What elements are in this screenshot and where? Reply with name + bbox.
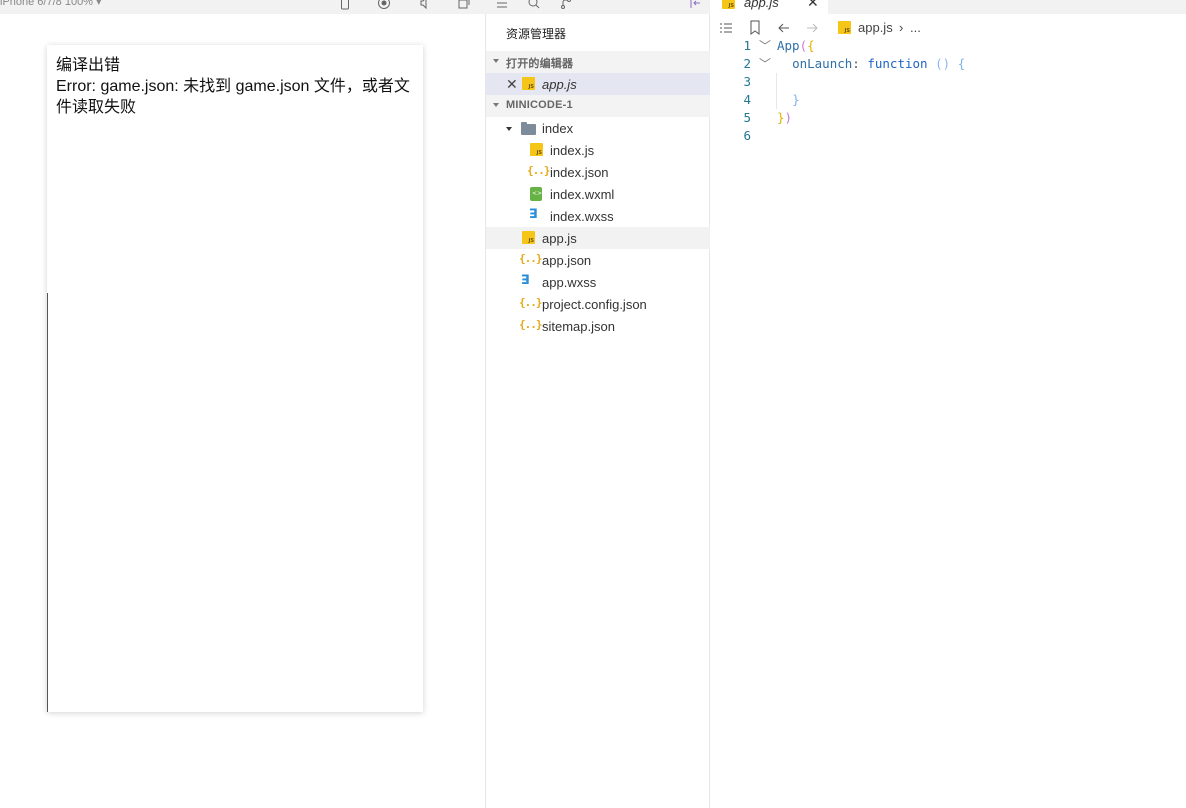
js-file-icon (838, 21, 851, 34)
tree-file-app-js[interactable]: app.js (486, 227, 710, 249)
close-icon[interactable]: ✕ (807, 0, 819, 11)
code-text: onLaunch: function () { (792, 56, 966, 71)
tree-item-label: index (542, 121, 574, 136)
fold-chevron-icon[interactable]: ﹀ (759, 37, 771, 55)
folder-icon (521, 122, 536, 135)
tree-file-app-json[interactable]: {..} app.json (486, 249, 710, 271)
outline-icon[interactable] (719, 21, 733, 35)
code-area[interactable]: 1 ﹀ App({ 2 ﹀ onLaunch: function () { 3 … (710, 37, 1186, 145)
devtools-window: iPhone 6/7/8 100% ▾ 编译出错 Error: game.jso… (0, 0, 1186, 808)
code-line: 4 } (710, 91, 1186, 109)
code-text: }) (777, 110, 793, 125)
js-file-icon (522, 77, 535, 90)
js-file-icon (530, 143, 543, 156)
line-number: 1 (743, 38, 751, 53)
tree-file-index-wxml[interactable]: index.wxml (486, 183, 710, 205)
simulator-pane: iPhone 6/7/8 100% ▾ 编译出错 Error: game.jso… (0, 0, 486, 808)
line-number: 6 (743, 128, 751, 143)
search-icon[interactable] (527, 0, 541, 10)
tree-item-label: index.wxml (550, 187, 615, 202)
new-window-icon[interactable] (457, 0, 471, 10)
project-label: MINICODE-1 (506, 99, 573, 111)
tree-file-project-config-json[interactable]: {..} project.config.json (486, 293, 710, 315)
project-header[interactable]: MINICODE-1 (486, 95, 710, 117)
explorer-pane: 资源管理器 打开的编辑器 ✕ app.js MINICODE-1 index i… (486, 0, 710, 808)
json-file-icon: {..} (519, 296, 542, 309)
code-line: 6 (710, 127, 1186, 145)
tree-item-label: project.config.json (542, 297, 647, 312)
code-line: 3 (710, 73, 1186, 91)
open-editors-label: 打开的编辑器 (506, 58, 574, 70)
list-icon[interactable] (495, 0, 509, 10)
tree-item-label: index.json (550, 165, 609, 180)
js-file-icon (722, 0, 735, 9)
chevron-down-icon (493, 59, 499, 63)
phone-edge-divider (47, 293, 48, 712)
breadcrumb-file[interactable]: app.js (858, 20, 893, 35)
tree-item-label: index.wxss (550, 209, 614, 224)
code-text: App({ (777, 38, 815, 53)
json-file-icon: {..} (519, 318, 542, 331)
open-editors-header[interactable]: 打开的编辑器 (486, 51, 710, 73)
simulator-toolbar: iPhone 6/7/8 100% ▾ (0, 0, 486, 14)
open-editor-item[interactable]: ✕ app.js (486, 73, 710, 95)
code-line: 5 }) (710, 109, 1186, 127)
error-title: 编译出错 (56, 57, 121, 74)
fold-chevron-icon[interactable]: ﹀ (759, 55, 771, 73)
tree-item-label: sitemap.json (542, 319, 615, 334)
phone-screen: 编译出错 Error: game.json: 未找到 game.json 文件，… (47, 45, 423, 712)
tree-file-index-js[interactable]: index.js (486, 139, 710, 161)
tree-item-label: app.js (542, 231, 577, 246)
tab-label: app.js (744, 0, 779, 10)
json-file-icon: {..} (527, 164, 550, 177)
line-number: 2 (743, 56, 751, 71)
wxml-file-icon (530, 187, 542, 201)
tab-app-js[interactable]: app.js ✕ (710, 0, 828, 14)
code-text: } (792, 92, 800, 107)
chevron-right-icon: › (899, 20, 904, 35)
wxss-file-icon: ꓱ (521, 273, 530, 288)
chevron-down-icon (506, 127, 512, 131)
json-file-icon: {..} (519, 252, 542, 265)
breadcrumb-more[interactable]: ... (910, 20, 921, 35)
tree-file-app-wxss[interactable]: ꓱ app.wxss (486, 271, 710, 293)
record-icon[interactable] (377, 0, 391, 10)
bookmark-icon[interactable] (749, 20, 761, 35)
tree-file-index-wxss[interactable]: ꓱ index.wxss (486, 205, 710, 227)
volume-icon[interactable] (418, 0, 432, 10)
chevron-down-icon (493, 103, 499, 107)
arrow-left-icon[interactable] (777, 21, 791, 35)
line-number: 5 (743, 110, 751, 125)
tree-item-label: index.js (550, 143, 595, 158)
phone-icon[interactable] (338, 0, 352, 10)
code-line: 1 ﹀ App({ (710, 37, 1186, 55)
line-number: 3 (743, 74, 751, 89)
tree-item-label: app.wxss (542, 275, 597, 290)
wxss-file-icon: ꓱ (529, 207, 538, 222)
tree-folder-index[interactable]: index (486, 117, 710, 139)
editor-pane: app.js ✕ app.js › ... 1 ﹀ App({ 2 ﹀ (710, 0, 1186, 808)
error-message: Error: game.json: 未找到 game.json 文件，或者文件读… (56, 78, 410, 116)
breadcrumb: app.js › ... (710, 17, 1186, 39)
editor-tab-strip: app.js ✕ (710, 0, 1186, 14)
explorer-toolbar (486, 0, 710, 14)
explorer-title: 资源管理器 (506, 27, 567, 41)
source-control-icon[interactable] (559, 0, 573, 10)
tree-file-sitemap-json[interactable]: {..} sitemap.json (486, 315, 710, 337)
open-editor-label: app.js (542, 77, 577, 92)
close-icon[interactable]: ✕ (506, 76, 518, 93)
arrow-right-icon (807, 23, 818, 33)
collapse-icon[interactable] (688, 0, 702, 10)
js-file-icon (522, 231, 535, 244)
line-number: 4 (743, 92, 751, 107)
device-selector[interactable]: iPhone 6/7/8 100% ▾ (0, 0, 102, 8)
code-line: 2 ﹀ onLaunch: function () { (710, 55, 1186, 73)
tree-file-index-json[interactable]: {..} index.json (486, 161, 710, 183)
tree-item-label: app.json (542, 253, 592, 268)
